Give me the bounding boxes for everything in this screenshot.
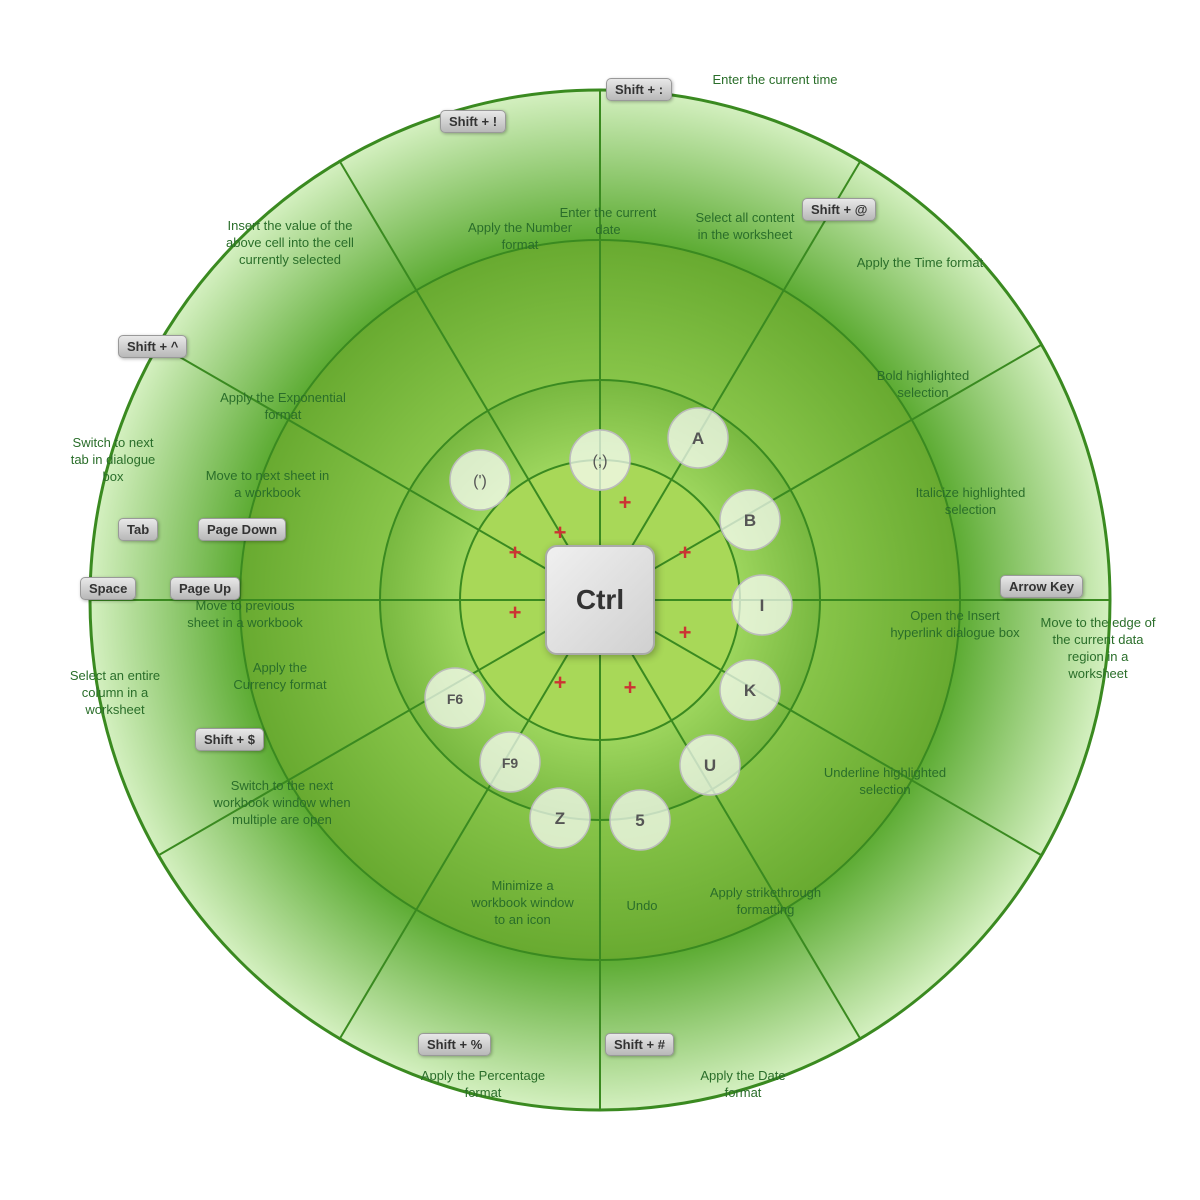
svg-text:F9: F9: [502, 755, 519, 771]
svg-text:F6: F6: [447, 691, 464, 707]
label-undo: Undo: [602, 898, 682, 915]
svg-text:5: 5: [635, 811, 644, 830]
key-shift-excl: Shift + !: [440, 110, 506, 133]
label-select-all: Select all content in the worksheet: [690, 210, 800, 244]
label-next-workbook: Switch to the next workbook window when …: [212, 778, 352, 829]
svg-text:+: +: [509, 540, 522, 565]
label-date-format: Apply the Date format: [688, 1068, 798, 1102]
label-apply-time: Apply the Time format: [855, 255, 985, 272]
svg-text:Z: Z: [555, 809, 565, 828]
label-select-col: Select an entire column in a worksheet: [65, 668, 165, 719]
svg-text:A: A: [692, 429, 704, 448]
ctrl-key: Ctrl: [545, 545, 655, 655]
key-space: Space: [80, 577, 136, 600]
label-prev-sheet: Move to previous sheet in a workbook: [180, 598, 310, 632]
key-shift-colon: Shift + :: [606, 78, 672, 101]
svg-text:+: +: [509, 600, 522, 625]
label-switch-tab: Switch to next tab in dialogue box: [68, 435, 158, 486]
svg-text:+: +: [679, 540, 692, 565]
key-shift-caret: Shift + ^: [118, 335, 187, 358]
wheel-container: (;) (') A B I K U 5 Z F9 F6 + +: [50, 50, 1150, 1150]
key-arrow: Arrow Key: [1000, 575, 1083, 598]
key-shift-dollar: Shift + $: [195, 728, 264, 751]
svg-text:I: I: [760, 596, 765, 615]
svg-text:+: +: [679, 620, 692, 645]
svg-text:+: +: [554, 520, 567, 545]
key-page-down: Page Down: [198, 518, 286, 541]
key-tab: Tab: [118, 518, 158, 541]
svg-text:+: +: [624, 675, 637, 700]
label-hyperlink: Open the Insert hyperlink dialogue box: [890, 608, 1020, 642]
label-underline: Underline highlighted selection: [820, 765, 950, 799]
label-next-sheet: Move to next sheet in a workbook: [205, 468, 330, 502]
label-italicize: Italicize highlighted selection: [898, 485, 1043, 519]
label-enter-time: Enter the current time: [705, 72, 845, 89]
label-currency: Apply the Currency format: [225, 660, 335, 694]
svg-text:K: K: [744, 681, 757, 700]
svg-text:('): ('): [473, 473, 487, 490]
svg-text:+: +: [554, 670, 567, 695]
label-strikethrough: Apply strikethrough formatting: [698, 885, 833, 919]
label-pct-format: Apply the Percentage format: [418, 1068, 548, 1102]
label-exp-format: Apply the Exponential format: [218, 390, 348, 424]
svg-text:(;): (;): [592, 453, 607, 470]
label-edge-move: Move to the edge of the current data reg…: [1038, 615, 1158, 683]
key-shift-hash: Shift + #: [605, 1033, 674, 1056]
label-insert-above: Insert the value of the above cell into …: [220, 218, 360, 269]
svg-text:B: B: [744, 511, 756, 530]
label-apply-number: Apply the Number format: [465, 220, 575, 254]
svg-text:U: U: [704, 756, 716, 775]
key-page-up: Page Up: [170, 577, 240, 600]
svg-text:+: +: [619, 490, 632, 515]
label-minimize: Minimize a workbook window to an icon: [465, 878, 580, 929]
label-bold: Bold highlighted selection: [858, 368, 988, 402]
key-shift-percent: Shift + %: [418, 1033, 491, 1056]
key-shift-at: Shift + @: [802, 198, 876, 221]
